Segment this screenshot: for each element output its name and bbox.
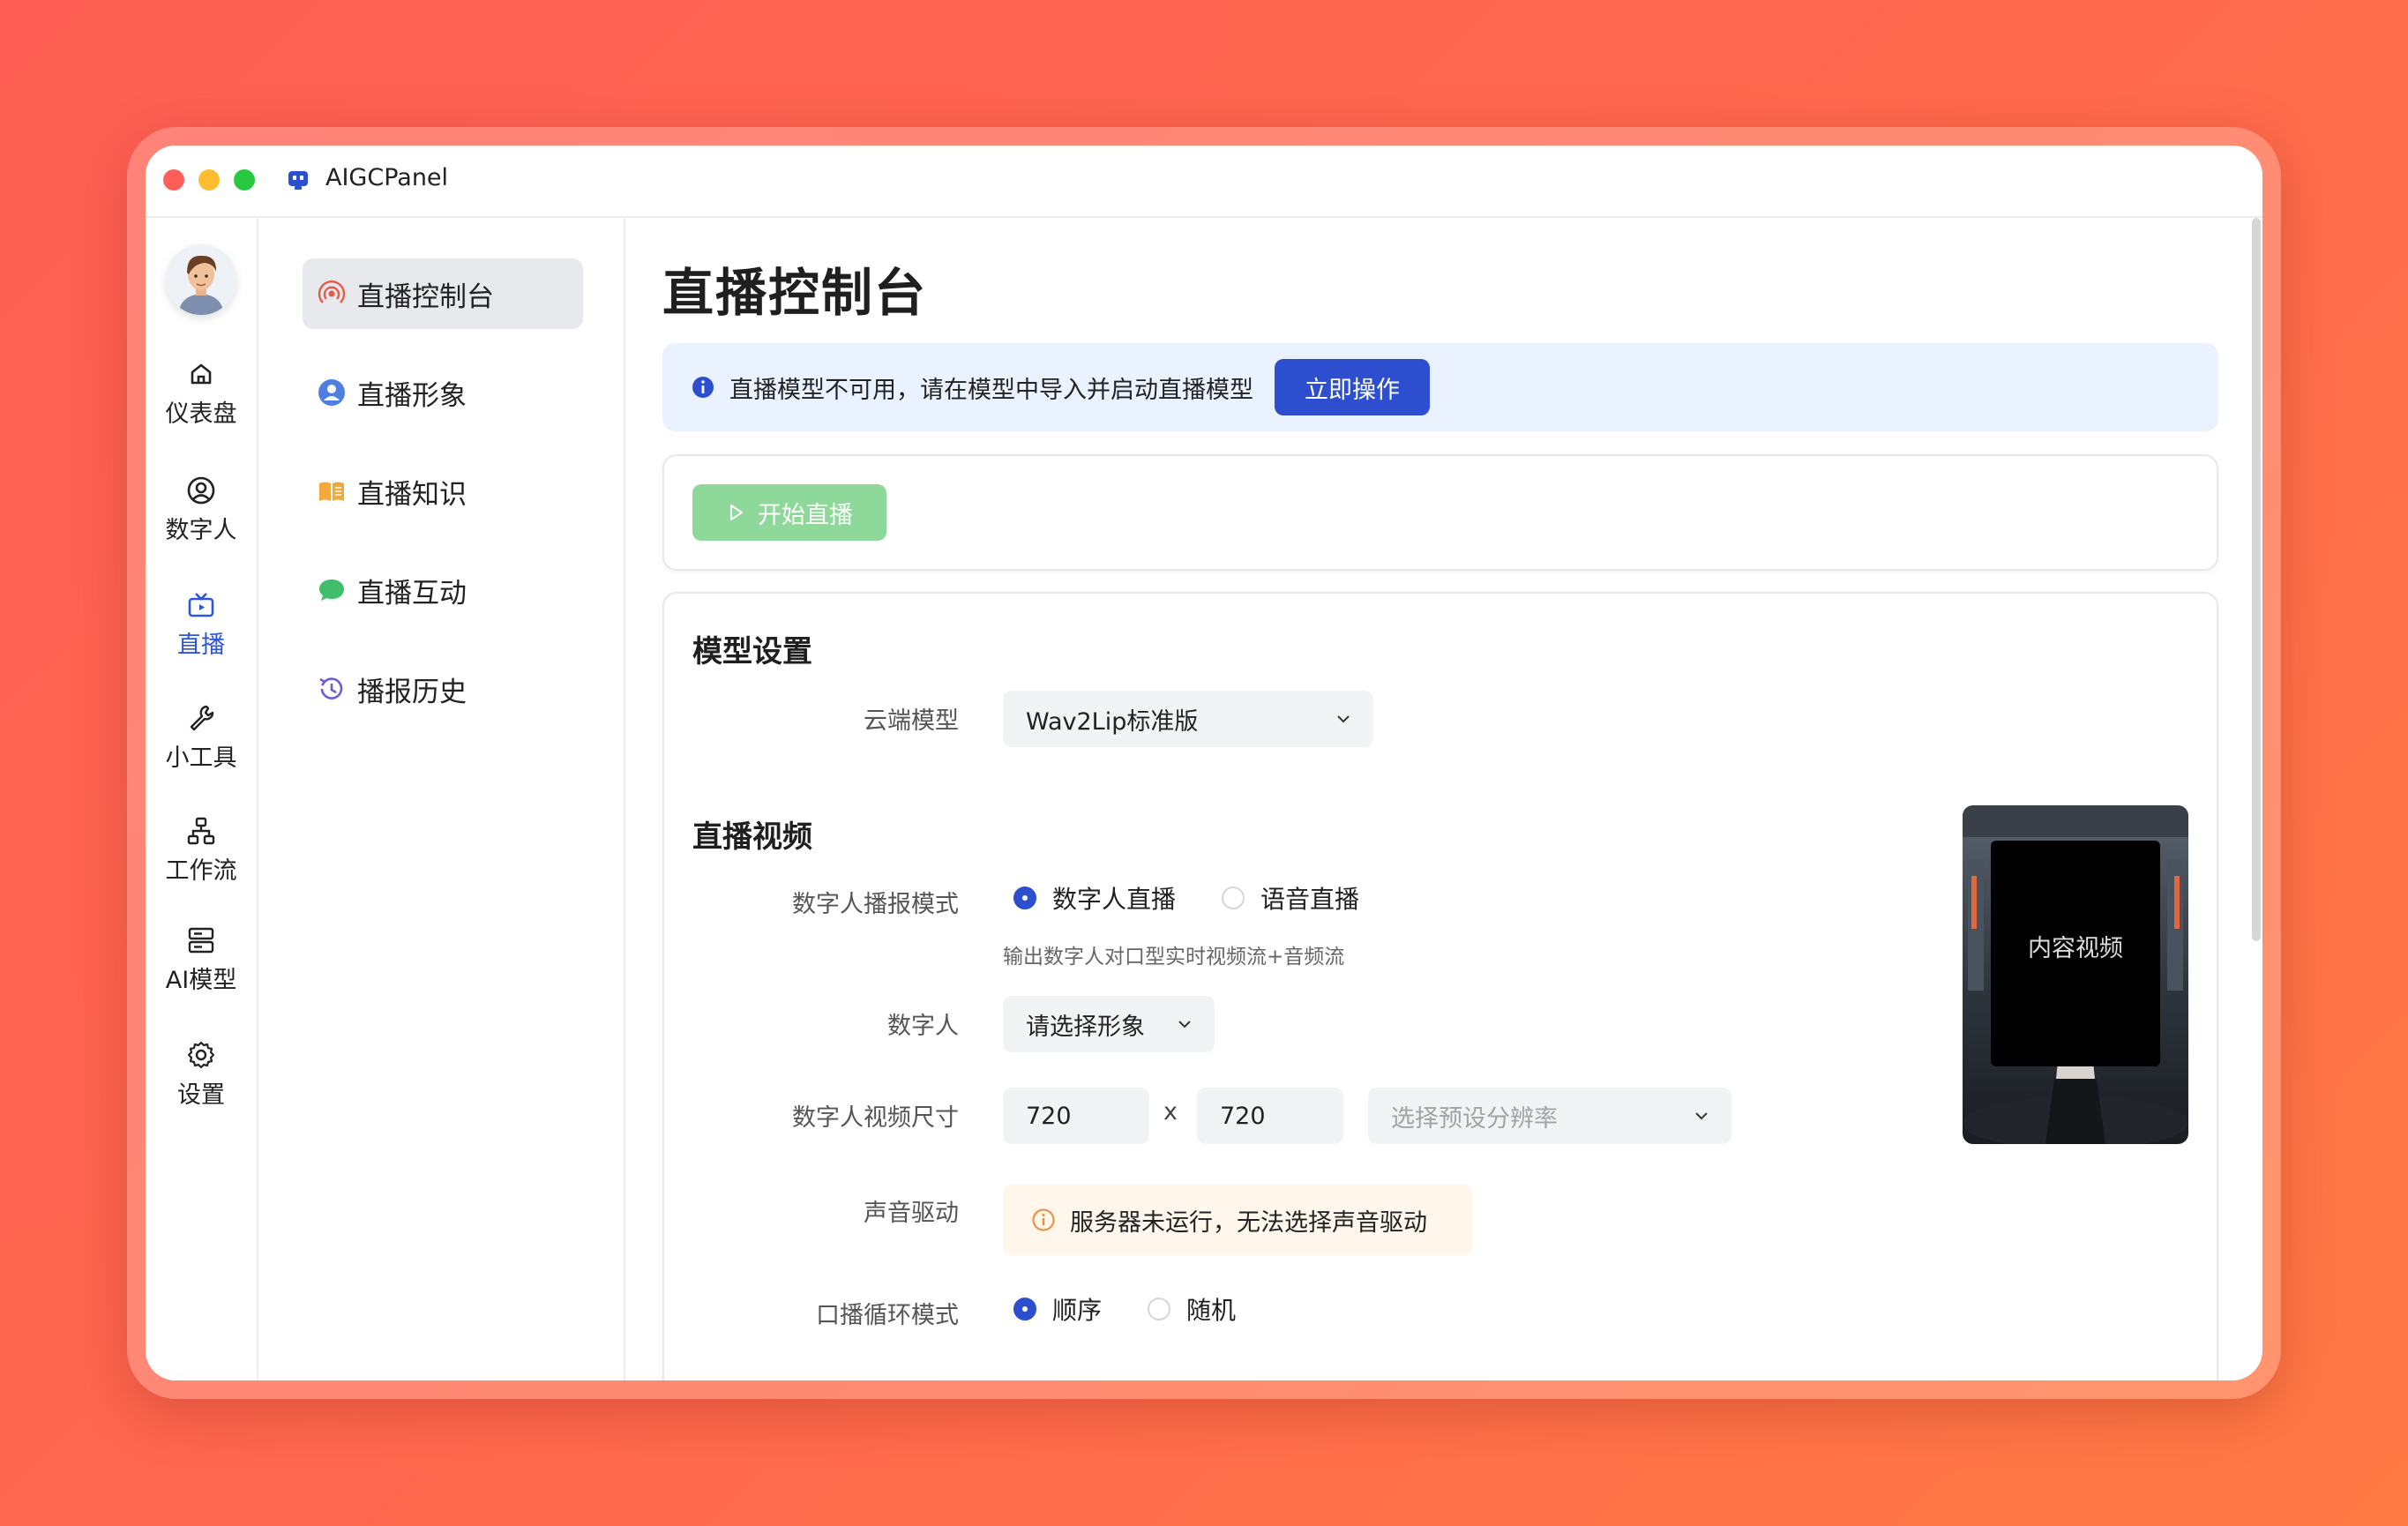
nav-item-label: 设置	[177, 1081, 225, 1109]
alert-text: 直播模型不可用，请在模型中导入并启动直播模型	[729, 376, 1253, 404]
wrench-icon	[190, 705, 214, 731]
minimize-window-button[interactable]	[198, 169, 220, 191]
chevron-down-icon	[1337, 715, 1350, 723]
user-avatar[interactable]	[166, 244, 236, 315]
voice-driver-warning: 服务器未运行，无法选择声音驱动	[1003, 1185, 1472, 1255]
nav-item-settings[interactable]: 设置	[146, 1038, 257, 1110]
nav-item-dashboard[interactable]: 仪表盘	[146, 357, 257, 429]
live-video-title: 直播视频	[692, 819, 812, 855]
radio-circle	[1013, 886, 1036, 909]
avatar-illustration-icon	[166, 244, 236, 315]
video-width-value: 720	[1026, 1102, 1072, 1130]
preset-resolution-placeholder: 选择预设分辨率	[1391, 1104, 1558, 1133]
nav-item-label: AI模型	[165, 967, 237, 994]
cloud-model-select[interactable]: Wav2Lip标准版	[1003, 691, 1373, 747]
gear-icon	[187, 1041, 215, 1069]
video-size-label: 数字人视频尺寸	[792, 1104, 959, 1132]
main-content: 直播控制台 直播模型不可用，请在模型中导入并启动直播模型 立即操作 开始直播 模…	[625, 218, 2262, 1380]
subnav-item-live-avatar[interactable]: 直播形象	[303, 357, 583, 428]
start-live-button[interactable]: 开始直播	[692, 484, 886, 541]
model-settings-title: 模型设置	[692, 634, 812, 669]
digital-human-select[interactable]: 请选择形象	[1003, 996, 1215, 1052]
workflow-icon	[187, 817, 215, 845]
avatar-icon	[318, 379, 345, 406]
nav-item-tools[interactable]: 小工具	[146, 701, 257, 773]
size-separator: x	[1163, 1098, 1178, 1126]
page-title: 直播控制台	[662, 263, 928, 323]
nav-item-workflow[interactable]: 工作流	[146, 814, 257, 886]
subnav-item-label: 直播互动	[357, 577, 467, 610]
nav-item-label: 数字人	[165, 517, 237, 544]
start-live-card: 开始直播	[662, 454, 2218, 571]
radio-label: 随机	[1186, 1296, 1237, 1325]
preset-resolution-select[interactable]: 选择预设分辨率	[1368, 1088, 1731, 1144]
subnav-item-broadcast-history[interactable]: 播报历史	[303, 654, 583, 724]
maximize-window-button[interactable]	[234, 169, 255, 191]
nav-item-label: 仪表盘	[165, 400, 237, 428]
digital-human-value: 请选择形象	[1026, 1013, 1145, 1041]
subnav-item-label: 直播知识	[357, 478, 467, 511]
subnav-item-live-console[interactable]: 直播控制台	[303, 258, 583, 329]
secondary-sidebar: 直播控制台 直播形象 直播知识 直播互动 播报历史	[258, 218, 625, 1380]
loop-radio-random[interactable]: 随机	[1148, 1291, 1236, 1327]
tv-icon	[188, 593, 214, 617]
video-height-input[interactable]: 720	[1197, 1088, 1343, 1144]
close-window-button[interactable]	[163, 169, 184, 191]
video-width-input[interactable]: 720	[1003, 1088, 1149, 1144]
subnav-item-label: 直播控制台	[357, 281, 494, 313]
model-unavailable-alert: 直播模型不可用，请在模型中导入并启动直播模型 立即操作	[662, 343, 2218, 431]
radio-circle	[1148, 1298, 1170, 1320]
video-preview: 内容视频	[1963, 805, 2188, 1144]
radio-label: 顺序	[1052, 1296, 1103, 1325]
video-height-value: 720	[1220, 1102, 1266, 1130]
voice-driver-label: 声音驱动	[864, 1200, 959, 1227]
title-bar: AIGCPanel	[146, 146, 2262, 218]
warning-icon	[1032, 1208, 1055, 1231]
voice-driver-warning-text: 服务器未运行，无法选择声音驱动	[1070, 1208, 1427, 1237]
chat-icon	[319, 580, 344, 601]
mode-radio-digital-human[interactable]: 数字人直播	[1013, 880, 1176, 916]
primary-sidebar: 仪表盘 数字人 直播 小工具 工作流 AI模型 设置	[146, 218, 258, 1380]
subnav-item-label: 直播形象	[357, 379, 467, 412]
nav-item-label: 小工具	[165, 744, 237, 772]
app-logo-icon	[288, 171, 308, 190]
loop-mode-label: 口播循环模式	[816, 1302, 959, 1329]
play-icon	[730, 505, 743, 520]
broadcast-icon	[318, 281, 346, 303]
subnav-item-label: 播报历史	[357, 676, 467, 708]
mode-radio-voice[interactable]: 语音直播	[1222, 880, 1359, 916]
broadcast-mode-label: 数字人播报模式	[792, 891, 959, 918]
cloud-model-value: Wav2Lip标准版	[1026, 707, 1199, 736]
radio-circle	[1222, 886, 1245, 909]
digital-human-label: 数字人	[887, 1013, 959, 1040]
mode-hint: 输出数字人对口型实时视频流+音频流	[1003, 946, 1345, 969]
radio-label: 数字人直播	[1052, 885, 1177, 914]
main-scrollbar[interactable]	[2252, 218, 2261, 941]
home-icon	[191, 363, 212, 385]
history-icon	[319, 677, 343, 699]
operate-now-button[interactable]: 立即操作	[1275, 359, 1430, 415]
nav-item-label: 直播	[177, 632, 225, 659]
nav-item-digital-human[interactable]: 数字人	[146, 474, 257, 545]
start-live-label: 开始直播	[758, 501, 853, 529]
chevron-down-icon	[1178, 1021, 1191, 1029]
radio-label: 语音直播	[1260, 885, 1360, 914]
cloud-model-label: 云端模型	[864, 707, 959, 735]
loop-radio-sequential[interactable]: 顺序	[1013, 1291, 1102, 1327]
nav-item-ai-model[interactable]: AI模型	[146, 924, 257, 995]
info-icon	[692, 377, 714, 398]
nav-item-live[interactable]: 直播	[146, 588, 257, 660]
subnav-item-live-knowledge[interactable]: 直播知识	[303, 456, 583, 527]
server-icon	[188, 927, 214, 954]
subnav-item-live-interaction[interactable]: 直播互动	[303, 555, 583, 625]
book-icon	[319, 482, 344, 501]
nav-item-label: 工作流	[165, 857, 237, 885]
app-title: AIGCPanel	[325, 164, 449, 191]
chevron-down-icon	[1695, 1112, 1708, 1120]
content-video-label: 内容视频	[2028, 935, 2123, 962]
radio-circle	[1013, 1298, 1036, 1320]
settings-card: 模型设置 云端模型 Wav2Lip标准版 直播视频 数字人播报模式 数字人直播 …	[662, 592, 2218, 1380]
user-circle-icon	[187, 476, 215, 505]
app-window: AIGCPanel 仪表盘 数字人 直播 小工具 工作流 AI模型 设置 直播控…	[146, 146, 2262, 1380]
